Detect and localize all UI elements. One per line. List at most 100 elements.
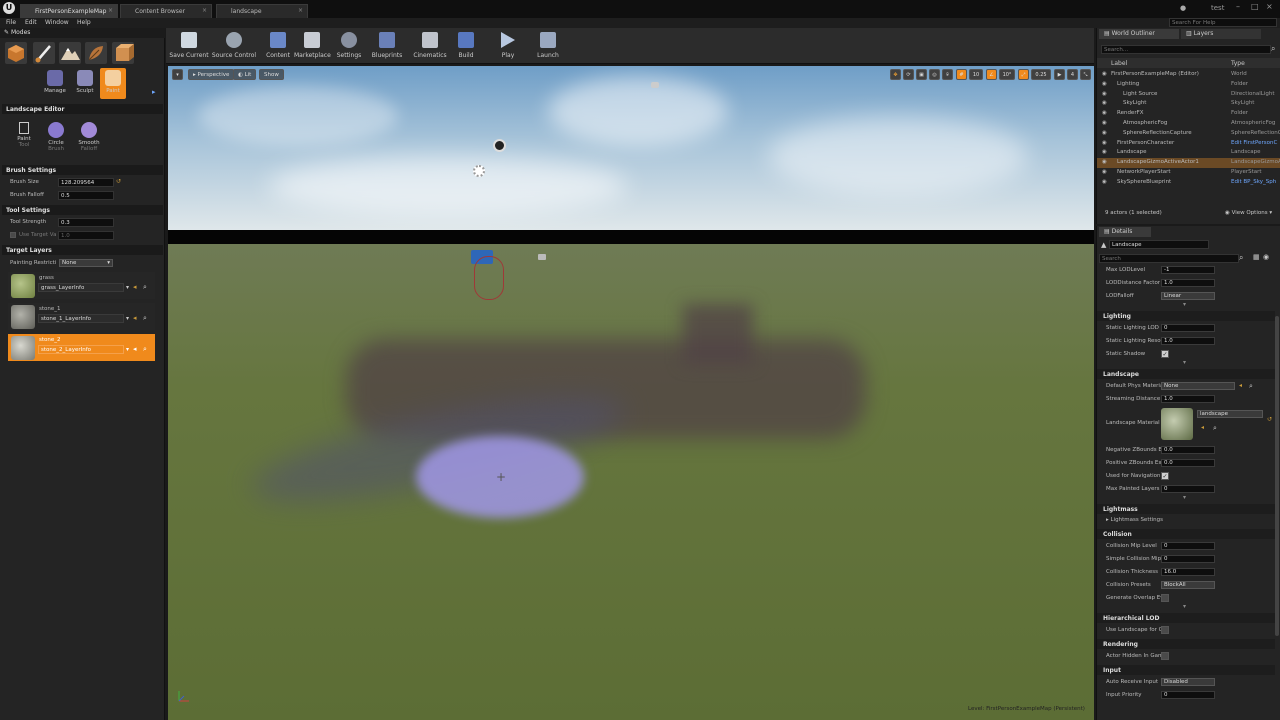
scale-icon[interactable]: ▣ [916, 69, 927, 80]
section-header[interactable]: Landscape [1097, 369, 1275, 379]
property-field[interactable]: 0 [1161, 542, 1215, 550]
section-header[interactable]: Input [1097, 665, 1275, 675]
visibility-eye-icon[interactable]: ◉ [1102, 100, 1107, 106]
tab-content-browser[interactable]: Content Browser × [120, 4, 212, 18]
outliner-row[interactable]: ◉ NetworkPlayerStart PlayerStart [1097, 168, 1280, 178]
foliage-mode-button[interactable] [85, 42, 107, 64]
use-selected-icon[interactable]: ◂ [133, 314, 137, 322]
outliner-row[interactable]: ◉ Lighting Folder [1097, 80, 1280, 90]
outliner-row[interactable]: ◉ AtmosphericFog AtmosphericFog [1097, 119, 1280, 129]
expand-arrow-icon[interactable]: ▾ [1183, 494, 1186, 501]
tab-layers[interactable]: ▥ Layers [1181, 29, 1261, 39]
property-field[interactable]: 0 [1161, 691, 1215, 699]
minimize-button[interactable]: – [1236, 2, 1240, 11]
landscape-mode-button[interactable] [59, 42, 81, 64]
layer-grass[interactable]: grass grass_LayerInfo ▾ ◂ ⌕ [8, 272, 155, 299]
menu-help[interactable]: Help [77, 19, 91, 26]
search-icon[interactable]: ⌕ [143, 345, 147, 354]
visibility-eye-icon[interactable]: ◉ [1102, 149, 1107, 155]
sculpt-button[interactable]: Sculpt [72, 70, 98, 94]
use-selected-icon[interactable]: ◂ [1239, 382, 1242, 389]
outliner-row[interactable]: ◉ SkyLight SkyLight [1097, 99, 1280, 109]
property-combo[interactable]: Linear [1161, 292, 1215, 300]
grid-snap-value[interactable]: 10 [969, 69, 983, 80]
visibility-eye-icon[interactable]: ◉ [1102, 140, 1107, 146]
outliner-row[interactable]: ◉ Landscape Landscape [1097, 148, 1280, 158]
expand-icon[interactable]: ▸ [152, 88, 156, 96]
section-header[interactable]: Lightmass [1097, 504, 1275, 514]
menu-file[interactable]: File [6, 19, 16, 26]
reset-icon[interactable]: ↺ [1267, 416, 1272, 423]
property-combo[interactable]: BlockAll [1161, 581, 1215, 589]
property-field[interactable]: -1 [1161, 266, 1215, 274]
outliner-search-input[interactable]: Search... [1101, 45, 1271, 54]
landscape-material-combo[interactable]: landscape [1197, 410, 1263, 418]
details-search-input[interactable]: Search [1099, 254, 1239, 263]
viewport-menu-button[interactable]: ▾ [172, 69, 183, 80]
visibility-eye-icon[interactable]: ◉ [1102, 71, 1107, 77]
use-selected-icon[interactable]: ◂ [133, 283, 137, 291]
manage-button[interactable]: Manage [42, 70, 68, 94]
section-header[interactable]: Collision [1097, 529, 1275, 539]
outliner-row[interactable]: ◉ LandscapeGizmoActiveActor1 LandscapeGizm… [1097, 158, 1280, 169]
search-icon[interactable]: ⌕ [143, 283, 147, 292]
cinematics-button[interactable]: Cinematics [410, 30, 450, 62]
painting-restrict-combo[interactable]: None ▾ [59, 259, 113, 267]
tab-world-outliner[interactable]: ▤ World Outliner [1099, 29, 1179, 39]
build-button[interactable]: Build [454, 30, 478, 62]
property-checkbox[interactable] [1161, 594, 1169, 602]
visibility-eye-icon[interactable]: ◉ [1102, 130, 1107, 136]
view-options-button[interactable]: ◉ View Options ▾ [1225, 210, 1272, 216]
outliner-row[interactable]: ◉ FirstPersonCharacter Edit FirstPersonC [1097, 139, 1280, 149]
blueprints-button[interactable]: Blueprints [368, 30, 406, 62]
visibility-eye-icon[interactable]: ◉ [1102, 169, 1107, 175]
level-viewport[interactable]: + ▾ ▸ Perspective ◐ Lit Show ✥ ⟳ ▣ ◎ ⌾ #… [168, 66, 1094, 720]
menu-edit[interactable]: Edit [25, 19, 37, 26]
use-target-checkbox[interactable] [10, 232, 16, 238]
close-icon[interactable]: × [298, 7, 303, 14]
outliner-row[interactable]: ◉ SkySphereBlueprint Edit BP_Sky_Sph [1097, 178, 1280, 188]
source-control-button[interactable]: Source Control [211, 30, 257, 62]
launch-button[interactable]: Launch [534, 30, 562, 62]
details-scrollbar[interactable] [1275, 316, 1279, 636]
camera-speed-value[interactable]: 4 [1067, 69, 1078, 80]
brush-size-field[interactable]: 128.209564 [58, 178, 114, 187]
rotate-icon[interactable]: ⟳ [903, 69, 914, 80]
property-field[interactable]: 1.0 [1161, 279, 1215, 287]
property-field[interactable]: 0 [1161, 324, 1215, 332]
search-icon[interactable]: ⌕ [1213, 424, 1217, 433]
layer-info-field[interactable]: stone_1_LayerInfo [38, 314, 124, 323]
expand-arrow-icon[interactable]: ▾ [1183, 603, 1186, 610]
edit-blueprint-link[interactable]: Edit FirstPersonC [1231, 140, 1280, 146]
search-help-input[interactable]: Search For Help [1169, 18, 1277, 27]
layer-stone-2[interactable]: stone_2 stone_2_LayerInfo ▾ ◂ ⌕ [8, 334, 155, 361]
property-checkbox[interactable]: ✓ [1161, 350, 1169, 358]
save-current-button[interactable]: Save Current [169, 30, 209, 62]
property-checkbox[interactable]: ✓ [1161, 472, 1169, 480]
close-icon[interactable]: × [202, 7, 207, 14]
scale-snap-icon[interactable]: ⤢ [1018, 69, 1029, 80]
outliner-row[interactable]: ◉ FirstPersonExampleMap (Editor) World [1097, 70, 1280, 80]
search-icon[interactable]: ⌕ [1249, 382, 1253, 391]
expand-arrow-icon[interactable]: ▾ [1183, 301, 1186, 308]
layer-stone-1[interactable]: stone_1 stone_1_LayerInfo ▾ ◂ ⌕ [8, 303, 155, 330]
use-selected-icon[interactable]: ◂ [1201, 424, 1204, 431]
rotation-snap-icon[interactable]: ∠ [986, 69, 997, 80]
property-field[interactable]: 1.0 [1161, 395, 1215, 403]
geometry-mode-button[interactable] [112, 42, 134, 64]
visibility-eye-icon[interactable]: ◉ [1102, 120, 1107, 126]
landscape-ground[interactable]: + [168, 244, 1094, 720]
scale-snap-value[interactable]: 0.25 [1031, 69, 1051, 80]
play-button[interactable]: Play [496, 30, 520, 62]
col-type[interactable]: Type [1231, 60, 1245, 67]
translate-icon[interactable]: ✥ [890, 69, 901, 80]
settings-button[interactable]: Settings [334, 30, 364, 62]
material-thumbnail[interactable] [1161, 408, 1193, 440]
circle-brush-button[interactable]: Circle Brush [42, 122, 70, 152]
lit-button[interactable]: ◐ Lit [233, 69, 257, 80]
place-mode-button[interactable] [5, 42, 27, 64]
visibility-eye-icon[interactable]: ◉ [1102, 81, 1107, 87]
expand-arrow-icon[interactable]: ▾ [1183, 359, 1186, 366]
notification-icon[interactable]: ● [1180, 4, 1186, 12]
property-field[interactable]: 1.0 [1161, 337, 1215, 345]
